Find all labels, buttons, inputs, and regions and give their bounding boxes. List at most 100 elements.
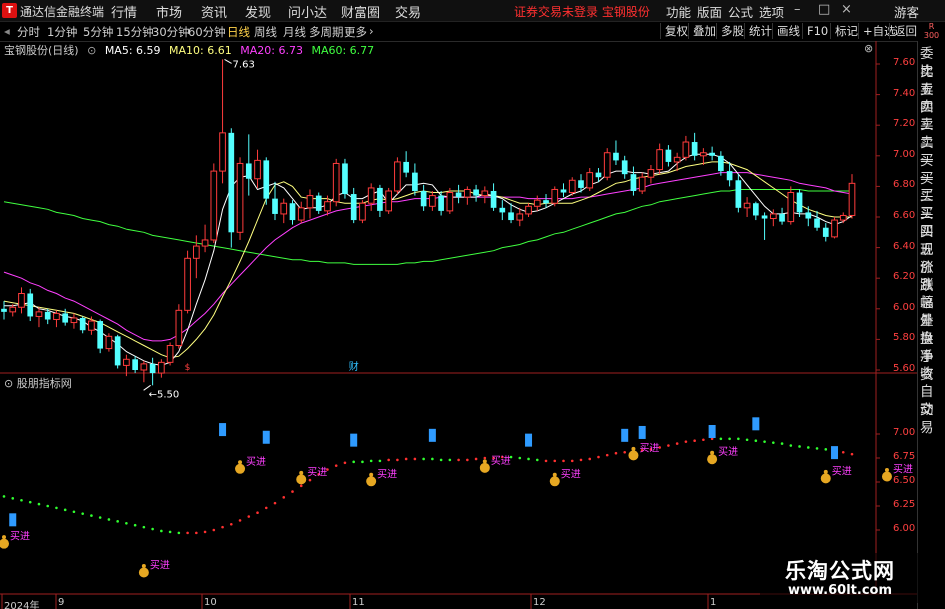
menu-options[interactable]: 选项 [759,2,784,21]
menu-functions[interactable]: 功能 [666,2,691,21]
close-icon[interactable]: × [841,2,852,17]
buy-signal-label: 买进 [307,466,327,478]
money-bag-icon [366,476,377,487]
indicator-dot [588,457,592,461]
menu-quotes[interactable]: 行情 [111,2,137,21]
candle-body [718,155,724,172]
guest-user[interactable]: 游客 [894,2,919,21]
price-axis-label: 6.00 [893,301,916,313]
indicator-dot [212,528,216,532]
candle-body [787,192,795,223]
period-weekly[interactable]: 周线 [254,24,277,40]
money-bag-knot [823,469,828,474]
indicator-title[interactable]: ⊙ 股朋指标网 [4,375,72,391]
period-30min[interactable]: 30分钟 [152,24,190,40]
period-5min[interactable]: 5分钟 [83,24,113,40]
indicator-dot [221,525,224,529]
period-toolbar: ◂ 分时 1分钟 5分钟 15分钟 30分钟 60分钟 日线 周线 月线 多周期… [0,22,945,42]
candle-body [359,202,366,221]
f10-button[interactable]: F10 [802,23,832,39]
period-1min[interactable]: 1分钟 [47,24,77,40]
ma-legend: 宝钢股份(日线) ⊙ MA5: 6.59 MA10: 6.61 MA20: 6.… [0,42,379,57]
period-multi[interactable]: 多周期 [309,24,344,40]
candle-body [525,205,532,215]
menu-layout[interactable]: 版面 [697,2,722,21]
indicator-dot [623,450,627,454]
menu-market[interactable]: 市场 [156,2,182,21]
candle-body [297,207,305,221]
menu-news[interactable]: 资讯 [201,2,227,21]
settings-dot-icon[interactable]: ⊙ [87,44,96,57]
period-daily[interactable]: 日线 [227,24,250,40]
indicator-bars [9,417,839,527]
menu-ask[interactable]: 问小达 [288,2,327,21]
price-axis-label: 5.80 [893,332,916,344]
indicator-settings-icon[interactable]: ⊙ [4,377,17,390]
indicator-dot [256,511,259,515]
indicator-dot [841,450,845,454]
candle-body [236,162,244,233]
buy-signal-label: 买进 [893,463,913,475]
menu-discover[interactable]: 发现 [245,2,271,21]
title-bar: T 通达信金融终端 行情 市场 资讯 发现 问小达 财富圈 交易 证券交易未登录… [0,0,945,22]
candle-body [184,257,191,311]
index-corner[interactable]: R 300 [918,22,945,41]
candle-body [385,190,393,212]
indicator-dot [448,458,452,462]
period-more[interactable]: 更多 [344,24,367,40]
period-15min[interactable]: 15分钟 [116,24,154,40]
collapse-icon[interactable]: ◂ [4,24,10,38]
candle-body [796,192,803,213]
candle-body [595,172,602,178]
candle-body [70,317,78,324]
indicator-dot [457,458,460,462]
menu-trade[interactable]: 交易 [395,2,421,21]
trade-panel-item[interactable]: 交易 [920,401,945,437]
date-axis-label: 2024年 [4,601,40,609]
candle-body [79,317,86,331]
date-axis-label: 12 [533,597,546,608]
candle-body [114,336,121,366]
watermark-title: 乐淘公式网 [785,559,895,583]
date-axis-label: 9 [58,597,65,608]
candle-body [578,180,584,188]
indicator-dot [789,444,793,447]
period-60min[interactable]: 60分钟 [188,24,226,40]
indicator-bar [525,433,533,447]
money-bag-icon [881,471,892,482]
more-chevron-icon[interactable]: › [369,24,374,38]
indicator-dot [195,531,198,535]
period-monthly[interactable]: 月线 [283,24,306,40]
indicator-dot [11,497,15,500]
chart-canvas[interactable]: 买进买进买进买进 买进买进买进买进 买进买进 买进 7.63←5.50$ 财 [0,41,917,609]
draw-line-button[interactable]: 画线 [772,23,804,39]
indicator-dot [177,531,181,535]
back-button[interactable]: 返回 [889,23,921,39]
menu-wealth-circle[interactable]: 财富圈 [341,2,380,21]
indicator-axis-label: 6.75 [893,451,916,462]
indicator-dot [334,464,338,467]
maximize-icon[interactable]: □ [818,2,830,17]
candle-body [306,195,314,209]
candle-body [324,201,331,212]
indicator-bar [428,428,436,442]
indicator-dot [2,495,6,498]
candle-body [9,306,17,313]
menu-formula[interactable]: 公式 [728,2,753,21]
login-status[interactable]: 证券交易未登录 宝钢股份 [514,3,650,20]
minimize-icon[interactable]: – [794,2,801,17]
candle-body [848,182,856,216]
stock-title[interactable]: 宝钢股份(日线) [4,44,79,57]
indicator-dot [431,457,434,461]
indicator-dot [273,501,277,505]
period-intraday[interactable]: 分时 [17,24,40,40]
chart-close-icon[interactable]: ⊗ [864,42,873,55]
indicator-dot [605,453,609,457]
candle-body [175,309,183,347]
candle-body [752,203,759,216]
indicator-bar [350,433,358,447]
indicator-dot [466,458,469,462]
candle-body [761,215,768,219]
candles [1,59,856,386]
indicator-dot [483,456,487,460]
